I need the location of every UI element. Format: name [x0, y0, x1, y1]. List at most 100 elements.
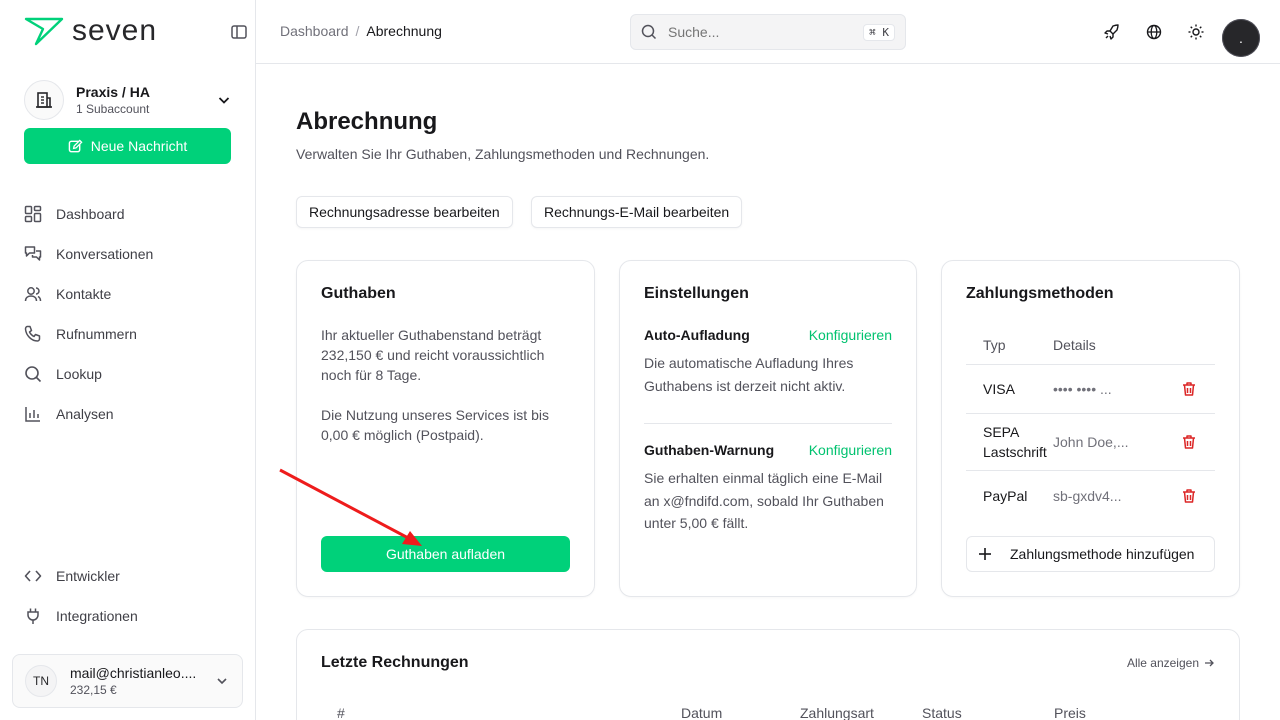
delete-button[interactable] — [1163, 381, 1215, 397]
arrow-right-icon — [1205, 659, 1214, 667]
delete-button[interactable] — [1163, 434, 1215, 450]
sidebar-item-kontakte[interactable]: Kontakte — [24, 274, 234, 314]
trash-icon — [1183, 435, 1195, 449]
chat-icon — [24, 246, 42, 261]
breadcrumb-current: Abrechnung — [366, 23, 442, 39]
trash-icon — [1183, 488, 1195, 503]
page-title: Abrechnung — [296, 108, 438, 135]
payment-details: •••• •••• ... — [1053, 381, 1112, 397]
sun-icon[interactable] — [1188, 24, 1204, 40]
page-description: Verwalten Sie Ihr Guthaben, Zahlungsmeth… — [296, 146, 710, 162]
configure-balance-warning-link[interactable]: Konfigurieren — [809, 442, 892, 458]
payment-details: sb-gxdv4... — [1053, 487, 1122, 504]
sidebar-item-label: Lookup — [56, 366, 102, 382]
payment-methods-card: Zahlungsmethoden Typ Details VISA •••• •… — [941, 260, 1240, 597]
show-all-label: Alle anzeigen — [1126, 656, 1199, 670]
users-icon — [24, 287, 42, 302]
sidebar-item-label: Rufnummern — [56, 326, 137, 342]
payment-methods-table: Typ Details VISA •••• •••• ... SEPA Last… — [966, 325, 1215, 520]
new-message-button[interactable]: Neue Nachricht — [24, 128, 231, 164]
account-text: Praxis / HA 1 Subaccount — [76, 83, 216, 117]
balance-warning-text: Sie erhalten einmal täglich eine E-Mail … — [644, 470, 884, 531]
user-menu[interactable]: TN mail@christianleo.... 232,15 € — [12, 654, 243, 708]
auto-topup-text: Die automatische Aufladung Ihres Guthabe… — [644, 355, 854, 394]
table-row: PayPal sb-gxdv4... — [966, 471, 1215, 520]
table-header: Typ Details — [966, 325, 1215, 365]
user-balance: 232,15 € — [70, 683, 117, 697]
sidebar-item-label: Analysen — [56, 406, 114, 422]
breadcrumb-dashboard[interactable]: Dashboard — [280, 23, 349, 39]
sidebar-item-dashboard[interactable]: Dashboard — [24, 194, 234, 234]
add-payment-method-button[interactable]: Zahlungsmethode hinzufügen — [966, 536, 1215, 572]
sidebar: seven Praxis / HA 1 Subaccount Neue Nach… — [0, 0, 256, 720]
chevron-down-icon — [218, 97, 230, 104]
sidebar-item-label: Integrationen — [56, 608, 138, 624]
configure-auto-topup-link[interactable]: Konfigurieren — [809, 327, 892, 343]
table-row: SEPA Lastschrift John Doe,... — [966, 414, 1215, 471]
card-title: Guthaben — [321, 285, 396, 302]
code-icon — [24, 570, 42, 582]
sidebar-item-label: Dashboard — [56, 206, 125, 222]
app-root: seven Praxis / HA 1 Subaccount Neue Nach… — [0, 0, 1280, 720]
sidebar-item-konversationen[interactable]: Konversationen — [24, 234, 234, 274]
table-row: VISA •••• •••• ... — [966, 365, 1215, 414]
show-all-link[interactable]: Alle anzeigen — [1127, 656, 1215, 670]
card-title: Einstellungen — [644, 285, 749, 302]
sidebar-item-integrationen[interactable]: Integrationen — [24, 596, 234, 636]
postpaid-text: Die Nutzung unseres Services ist bis 0,0… — [321, 407, 549, 443]
trash-icon — [1183, 382, 1195, 396]
balance-text: Ihr aktueller Guthabenstand beträgt 232,… — [321, 327, 545, 383]
add-payment-method-label: Zahlungsmethode hinzufügen — [1010, 546, 1195, 562]
sidebar-item-entwickler[interactable]: Entwickler — [24, 556, 234, 596]
top-header: Dashboard / Abrechnung ⌘ K — [256, 0, 1280, 64]
sidebar-item-lookup[interactable]: Lookup — [24, 354, 234, 394]
card-title: Zahlungsmethoden — [966, 285, 1114, 302]
balance-warning-title: Guthaben-Warnung — [644, 442, 775, 458]
rocket-icon[interactable] — [1104, 24, 1120, 40]
edit-billing-address-button[interactable]: Rechnungsadresse bearbeiten — [296, 196, 513, 228]
chart-icon — [25, 407, 40, 422]
auto-topup-title: Auto-Aufladung — [644, 327, 750, 343]
building-icon — [24, 80, 64, 120]
card-title: Letzte Rechnungen — [321, 654, 469, 671]
delete-button[interactable] — [1163, 488, 1215, 504]
settings-card: Einstellungen Auto-Aufladung Konfigurier… — [619, 260, 917, 597]
breadcrumb-separator: / — [355, 23, 360, 39]
invoices-card: Letzte Rechnungen Alle anzeigen # Datum … — [296, 629, 1240, 720]
sidebar-item-label: Konversationen — [56, 246, 154, 262]
payment-type: PayPal — [983, 487, 1028, 504]
new-message-label: Neue Nachricht — [90, 138, 188, 154]
search-input[interactable] — [668, 24, 838, 40]
globe-icon[interactable] — [1146, 24, 1162, 40]
account-name: Praxis / HA — [76, 84, 150, 100]
logo[interactable]: seven — [24, 16, 157, 46]
sidebar-item-analysen[interactable]: Analysen — [24, 394, 234, 434]
user-email: mail@christianleo.... — [70, 665, 197, 681]
search-icon — [641, 24, 657, 40]
search-bar[interactable]: ⌘ K — [630, 14, 906, 50]
sidebar-toggle-icon[interactable] — [230, 23, 248, 41]
account-sub: 1 Subaccount — [76, 102, 150, 116]
edit-billing-email-button[interactable]: Rechnungs-E-Mail bearbeiten — [531, 196, 743, 228]
avatar: TN — [25, 665, 57, 697]
column-payment-type: Zahlungsart — [800, 705, 874, 720]
payment-type: SEPA Lastschrift — [983, 424, 1047, 460]
balance-card: Guthaben Ihr aktueller Guthabenstand bet… — [296, 260, 595, 597]
sidebar-item-rufnummern[interactable]: Rufnummern — [24, 314, 234, 354]
payment-type: VISA — [983, 381, 1015, 397]
column-number: # — [337, 705, 345, 720]
top-up-button[interactable]: Guthaben aufladen — [321, 536, 570, 572]
column-details: Details — [1053, 336, 1096, 353]
column-status: Status — [922, 705, 962, 720]
user-text: mail@christianleo.... 232,15 € — [70, 664, 214, 698]
sidebar-item-label: Kontakte — [56, 286, 112, 302]
profile-avatar[interactable]: . — [1222, 19, 1260, 57]
account-switcher[interactable]: Praxis / HA 1 Subaccount — [24, 80, 236, 120]
edit-icon — [68, 138, 83, 152]
divider — [644, 423, 892, 424]
brand-name: seven — [72, 14, 158, 47]
seven-logo-icon — [24, 17, 64, 46]
bottom-nav: Entwickler Integrationen — [24, 556, 234, 636]
sidebar-item-label: Entwickler — [56, 568, 120, 584]
column-type: Typ — [983, 336, 1006, 353]
